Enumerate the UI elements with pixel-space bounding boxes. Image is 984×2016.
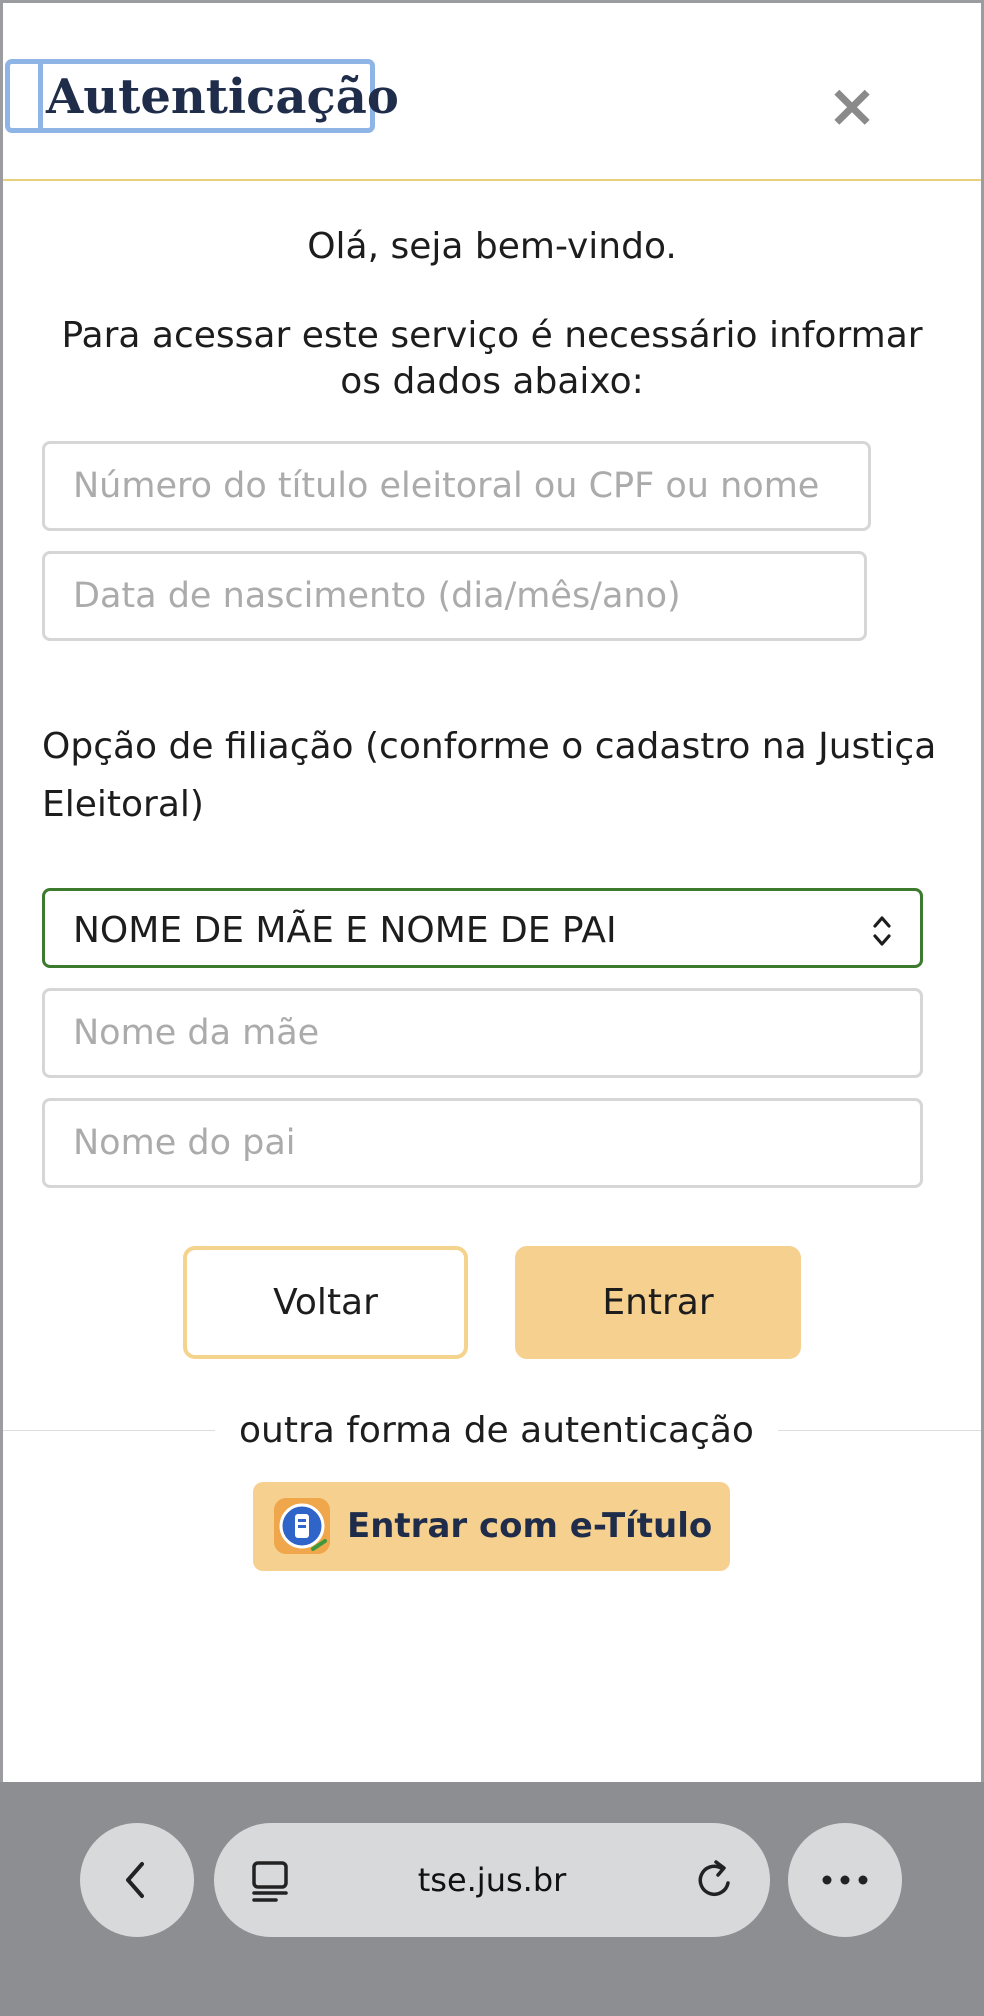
auth-screen: Autenticação × Olá, seja bem-vindo. Para… [0,0,984,2016]
etitulo-app-icon [274,1498,330,1554]
filiation-select-value: NOME DE MÃE E NOME DE PAI [73,910,617,951]
alt-auth-label: outra forma de autenticação [215,1404,778,1458]
enter-button[interactable]: Entrar [515,1246,801,1359]
filiation-select[interactable]: NOME DE MÃE E NOME DE PAI [42,888,923,968]
frame-border-top [0,0,984,3]
more-icon [822,1875,868,1885]
address-bar[interactable]: tse.jus.br [214,1823,770,1937]
url-text: tse.jus.br [417,1861,567,1899]
birth-date-input[interactable] [42,551,867,641]
voter-id-input[interactable] [42,441,871,531]
reload-icon[interactable] [694,1859,736,1901]
browser-back-button[interactable] [80,1823,194,1937]
select-updown-icon [873,916,891,946]
chevron-left-icon [126,1862,144,1898]
close-button[interactable]: × [826,76,878,136]
title-focus-ring-inner [38,59,43,133]
header-divider [3,179,981,181]
welcome-text: Olá, seja bem-vindo. [307,226,677,267]
browser-more-button[interactable] [788,1823,902,1937]
back-button[interactable]: Voltar [183,1246,468,1359]
mother-name-input[interactable] [42,988,923,1078]
instructions-text: Para acessar este serviço é necessário i… [61,315,923,402]
filiation-label: Opção de filiação (conforme o cadastro n… [42,726,937,825]
browser-toolbar: tse.jus.br [0,1782,984,2016]
etitulo-button[interactable]: Entrar com e-Título [253,1482,730,1571]
modal-title: Autenticação [46,69,399,125]
etitulo-label: Entrar com e-Título [347,1506,713,1546]
father-name-input[interactable] [42,1098,923,1188]
